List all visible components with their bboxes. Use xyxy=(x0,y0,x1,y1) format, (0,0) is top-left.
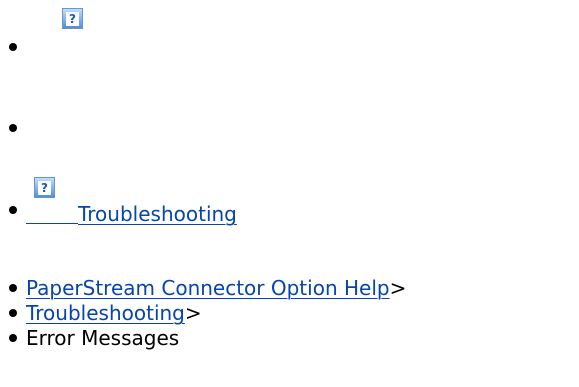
breadcrumb-item: PaperStream Connector Option Help> xyxy=(26,276,406,300)
breadcrumb-link-troubleshooting[interactable]: Troubleshooting xyxy=(26,301,185,325)
breadcrumb-current-label: Error Messages xyxy=(26,326,180,350)
question-mark-glyph: ? xyxy=(38,180,51,195)
link-underline xyxy=(26,223,78,224)
troubleshooting-header-link[interactable]: Troubleshooting xyxy=(78,202,237,226)
breadcrumb-separator: > xyxy=(184,301,202,325)
list-bullet xyxy=(9,309,17,317)
list-bullet xyxy=(9,124,17,132)
list-bullet xyxy=(9,43,17,51)
help-icon[interactable]: ? xyxy=(34,177,55,198)
breadcrumb-separator: > xyxy=(389,276,407,300)
list-bullet xyxy=(9,334,17,342)
breadcrumb-item-current: Error Messages xyxy=(26,326,179,350)
breadcrumb-link-paperstream-help[interactable]: PaperStream Connector Option Help xyxy=(26,276,390,300)
list-bullet xyxy=(9,206,17,214)
breadcrumb-item: Troubleshooting> xyxy=(26,301,202,325)
question-mark-glyph: ? xyxy=(66,11,79,26)
list-bullet xyxy=(9,284,17,292)
help-icon: ? xyxy=(62,8,83,29)
